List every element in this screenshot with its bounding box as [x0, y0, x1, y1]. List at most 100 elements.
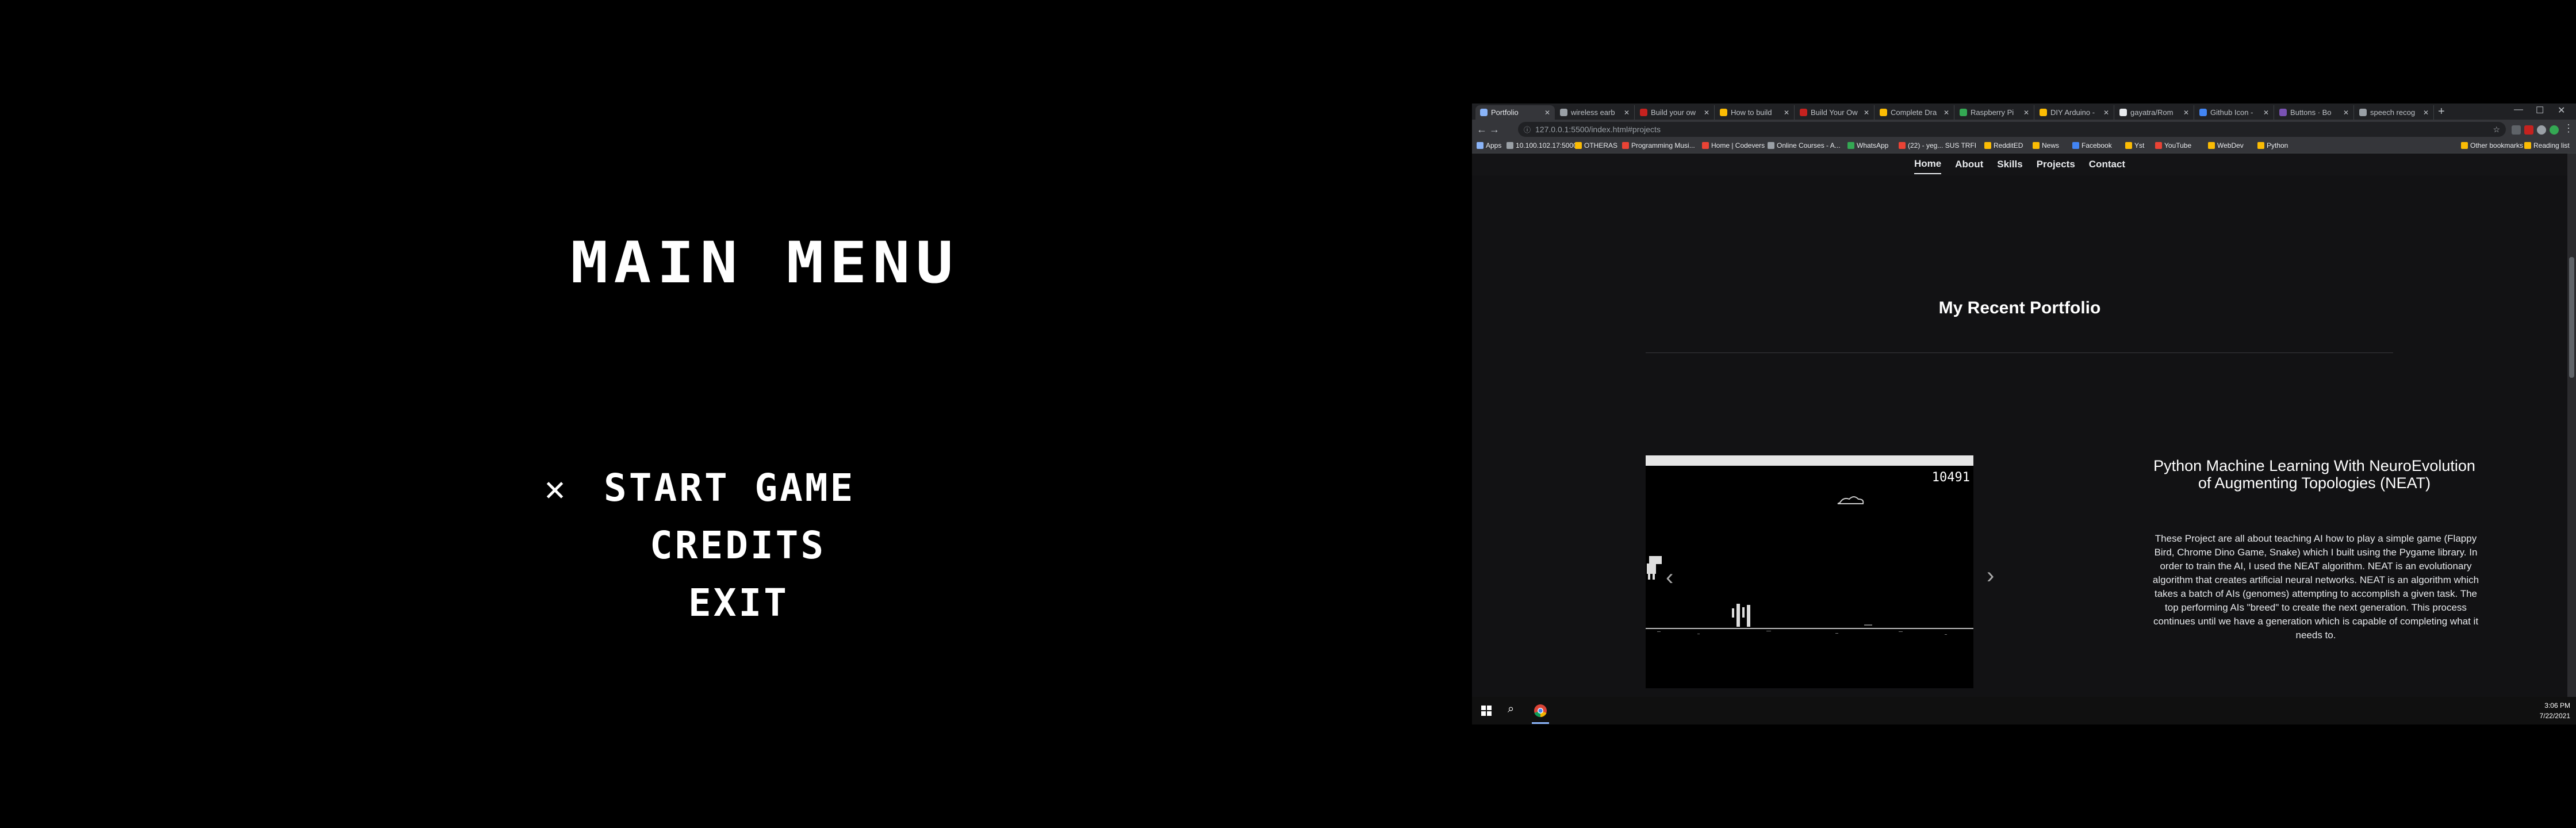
bookmark-item[interactable]: Facebook	[2072, 141, 2112, 150]
extensions-puzzle-icon[interactable]	[2537, 125, 2546, 135]
tab-close-icon[interactable]: ✕	[1544, 109, 1550, 117]
address-bar[interactable]: ⓘ 127.0.0.1:5500/index.html#projects ☆	[1518, 122, 2506, 137]
close-window-icon[interactable]: ✕	[2558, 105, 2565, 116]
browser-tab[interactable]: speech recog ✕	[2355, 105, 2434, 120]
browser-tab[interactable]: DIY Arduino - ✕	[2035, 105, 2114, 120]
menu-kebab-icon[interactable]: ⋮	[2563, 122, 2574, 135]
bookmark-item[interactable]: Online Courses - A...	[1768, 141, 1841, 150]
project-title: Python Machine Learning With NeuroEvolut…	[2153, 457, 2475, 492]
bookmark-item[interactable]: News	[2033, 141, 2059, 150]
tab-close-icon[interactable]: ✕	[1624, 109, 1630, 117]
page-scrollbar[interactable]	[2567, 154, 2576, 697]
tab-close-icon[interactable]: ✕	[1704, 109, 1709, 117]
bookmark-icon	[1984, 142, 1991, 149]
browser-tab[interactable]: wireless earb ✕	[1555, 105, 1635, 120]
profile-avatar[interactable]	[2550, 125, 2559, 135]
bookmark-label: Facebook	[2082, 141, 2112, 150]
other-bookmarks[interactable]: Other bookmarks	[2461, 141, 2523, 150]
extension-icon[interactable]	[2524, 125, 2533, 135]
cloud-icon	[1837, 496, 1864, 504]
nav-link-projects[interactable]: Projects	[2037, 155, 2075, 174]
tab-label: Portfolio	[1491, 108, 1519, 117]
tab-close-icon[interactable]: ✕	[1864, 109, 1869, 117]
browser-tab[interactable]: Build your ow ✕	[1635, 105, 1715, 120]
browser-tab[interactable]: Buttons · Bo ✕	[2275, 105, 2354, 120]
bookmark-item[interactable]: RedditED	[1984, 141, 2023, 150]
maximize-icon[interactable]: ☐	[2536, 105, 2544, 116]
info-icon[interactable]: ⓘ	[1524, 125, 1531, 135]
bookmark-icon	[1575, 142, 1582, 149]
reading-list-label: Reading list	[2533, 141, 2570, 150]
tab-label: Build Your Ow	[1811, 108, 1858, 117]
tab-close-icon[interactable]: ✕	[1784, 109, 1789, 117]
exit-option[interactable]: EXIT	[688, 581, 789, 625]
bookmark-item[interactable]: Yst	[2125, 141, 2144, 150]
minimize-icon[interactable]: —	[2514, 105, 2523, 115]
tab-label: Buttons · Bo	[2290, 108, 2332, 117]
tab-close-icon[interactable]: ✕	[2343, 109, 2349, 117]
bookmark-icon	[2072, 142, 2079, 149]
tab-favicon-icon	[1640, 109, 1647, 116]
forward-icon[interactable]: →	[1489, 124, 1500, 136]
bookmark-item[interactable]: WebDev	[2208, 141, 2244, 150]
bookmark-item[interactable]: (22) - yeg... SUS TRFI	[1899, 141, 1976, 150]
bookmark-item[interactable]: Programming Musi...	[1622, 141, 1695, 150]
nav-link-contact[interactable]: Contact	[2089, 155, 2125, 174]
carousel-next-icon[interactable]: ›	[1987, 563, 1994, 589]
bookmark-item[interactable]: YouTube	[2155, 141, 2191, 150]
browser-tab[interactable]: Build Your Ow ✕	[1795, 105, 1874, 120]
tab-favicon-icon	[2279, 109, 2287, 116]
bookmark-icon	[1847, 142, 1854, 149]
bookmark-item[interactable]: WhatsApp	[1847, 141, 1888, 150]
bookmark-icon	[2033, 142, 2040, 149]
nav-link-home[interactable]: Home	[1914, 155, 1942, 174]
tab-close-icon[interactable]: ✕	[1943, 109, 1949, 117]
bookmark-item[interactable]: OTHERAS	[1575, 141, 1617, 150]
chrome-icon[interactable]	[1534, 704, 1547, 718]
extension-icon[interactable]	[2512, 125, 2521, 135]
browser-tab[interactable]: How to build ✕	[1715, 105, 1795, 120]
browser-toolbar: ← → ⓘ 127.0.0.1:5500/index.html#projects…	[1472, 120, 2576, 139]
tab-label: gayatra/Rom	[2130, 108, 2174, 117]
browser-window: Portfolio ✕ wireless earb ✕ Build your ow ✕ Ho…	[1472, 103, 2576, 724]
tab-close-icon[interactable]: ✕	[2263, 109, 2269, 117]
tab-favicon-icon	[2199, 109, 2207, 116]
bookmark-label: WhatsApp	[1857, 141, 1889, 150]
browser-tab[interactable]: gayatra/Rom ✕	[2115, 105, 2194, 120]
bookmark-item[interactable]: Python	[2257, 141, 2288, 150]
reading-list[interactable]: Reading list	[2524, 141, 2570, 150]
browser-tab[interactable]: Complete Dra ✕	[1875, 105, 1954, 120]
system-clock[interactable]: 3:06 PM 7/22/2021	[2540, 700, 2570, 721]
tab-favicon-icon	[1960, 109, 1967, 116]
bookmark-label: 10.100.102.17:5000	[1516, 141, 1577, 150]
windows-taskbar: ⌕ 3:06 PM 7/22/2021	[1472, 697, 2576, 724]
browser-tab[interactable]: Portfolio ✕	[1475, 105, 1555, 120]
start-game-option[interactable]: START GAME	[604, 466, 855, 510]
bookmark-label: News	[2042, 141, 2060, 150]
browser-tab[interactable]: Raspberry Pi ✕	[1955, 105, 2034, 120]
back-icon[interactable]: ←	[1477, 124, 1487, 136]
carousel-prev-icon[interactable]: ‹	[1666, 565, 1673, 591]
bookmark-icon	[1899, 142, 1906, 149]
tab-favicon-icon	[2040, 109, 2047, 116]
tab-close-icon[interactable]: ✕	[2423, 109, 2429, 117]
tab-label: Raspberry Pi	[1971, 108, 2014, 117]
bookmark-item[interactable]: Home | Codevers	[1702, 141, 1765, 150]
bookmark-star-icon[interactable]: ☆	[2493, 125, 2500, 135]
tab-close-icon[interactable]: ✕	[2103, 109, 2109, 117]
bookmark-label: Programming Musi...	[1631, 141, 1695, 150]
bookmark-item[interactable]: 10.100.102.17:5000	[1506, 141, 1577, 150]
browser-tab[interactable]: Github Icon - ✕	[2195, 105, 2274, 120]
new-tab-button[interactable]: +	[2438, 106, 2445, 117]
windows-start-icon[interactable]	[1481, 706, 1492, 716]
search-icon[interactable]: ⌕	[1508, 703, 1514, 716]
nav-link-skills[interactable]: Skills	[1997, 155, 2022, 174]
project-carousel[interactable]: 10491 ‹	[1646, 455, 1973, 688]
tab-close-icon[interactable]: ✕	[2023, 109, 2029, 117]
folder-icon	[2524, 142, 2531, 149]
credits-option[interactable]: CREDITS	[650, 523, 826, 568]
scrollbar-thumb[interactable]	[2569, 257, 2574, 378]
nav-link-about[interactable]: About	[1955, 155, 1983, 174]
tab-close-icon[interactable]: ✕	[2183, 109, 2189, 117]
bookmark-item[interactable]: Apps	[1477, 141, 1501, 150]
